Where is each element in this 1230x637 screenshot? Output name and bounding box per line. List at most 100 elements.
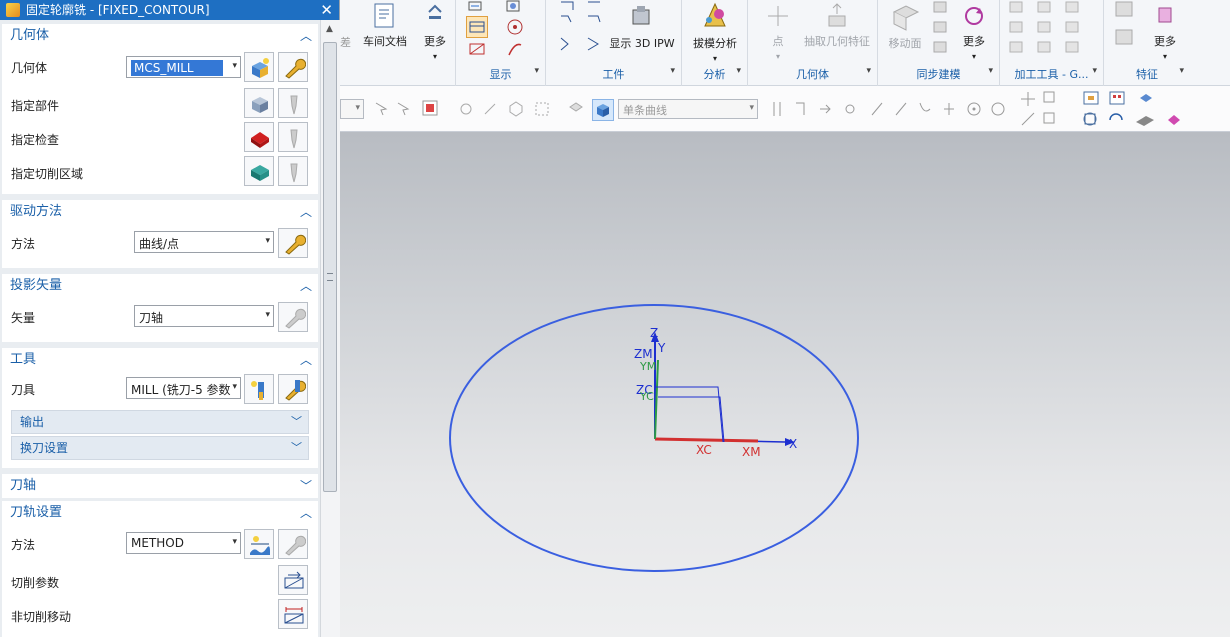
collapse-chevron-icon[interactable]: ︿ (300, 348, 312, 372)
vector-select[interactable]: 刀轴 ▾ (134, 305, 274, 327)
output-subsection[interactable]: 输出 ﹀ (11, 410, 309, 434)
specify-check-button[interactable] (244, 122, 274, 152)
tool-axis-header[interactable]: 刀轴 ﹀ (2, 474, 318, 498)
show-3d-ipw-button[interactable]: 显示 3D IPW (606, 2, 678, 51)
view-tool-icons[interactable] (1080, 88, 1220, 130)
snap-point-icons[interactable] (768, 99, 1028, 119)
feature-small-icons[interactable] (1112, 0, 1140, 58)
edit-vector-button[interactable] (278, 302, 308, 332)
path-method-label: 方法 (11, 538, 36, 552)
cut-params-button[interactable] (278, 565, 308, 595)
partial-button-label[interactable]: 差 (340, 34, 351, 50)
path-method-row: 方法 METHOD ▾ (2, 529, 318, 561)
edit-geometry-button[interactable] (278, 52, 308, 82)
sync-small-icons[interactable] (932, 0, 950, 58)
point-button[interactable]: 点 ▾ (754, 2, 802, 62)
geometry-label: 几何体 (11, 61, 48, 75)
show-3d-ipw-label: 显示 3D IPW (609, 37, 675, 50)
specify-part-button[interactable] (244, 88, 274, 118)
move-face-button[interactable]: 移动面 (880, 2, 930, 51)
curve-rule-combo[interactable]: 单条曲线 ▾ (618, 99, 758, 119)
more-label-3: 更多 (1154, 35, 1176, 48)
fixed-contour-dialog: 固定轮廓铣 - [FIXED_CONTOUR] ✕ ▲ 几何体 ︿ 几何体 MCS… (0, 0, 340, 637)
graphics-viewport[interactable]: Z ZM Y YM ZC YC X XC XM (340, 132, 1230, 637)
drive-method-header[interactable]: 驱动方法 ︿ (2, 200, 318, 224)
grip-icon (327, 273, 333, 281)
more-label-1: 更多 (424, 35, 446, 48)
display-tool-icon-1[interactable] (468, 0, 484, 14)
expand-chevron-icon[interactable]: ﹀ (291, 437, 302, 459)
select-body-toggle[interactable] (592, 99, 614, 121)
snap-red-icon[interactable] (422, 100, 438, 116)
sync-group-label: 同步建模 ▾ (916, 66, 994, 81)
target-icon[interactable] (506, 18, 524, 36)
close-icon[interactable]: ✕ (320, 0, 333, 20)
path-method-select[interactable]: METHOD ▾ (126, 532, 241, 554)
solid-icon[interactable] (568, 101, 584, 117)
non-cut-moves-icon (284, 607, 304, 624)
geometry-section-header[interactable]: 几何体 ︿ (2, 24, 318, 48)
geometry-select[interactable]: MCS_MILL ▾ (126, 56, 241, 78)
scroll-up-icon[interactable]: ▲ (326, 24, 333, 34)
y-label: Y (657, 341, 666, 355)
collapse-chevron-icon[interactable]: ︿ (300, 274, 312, 298)
expand-chevron-icon[interactable]: ﹀ (300, 474, 312, 498)
projection-vector-header[interactable]: 投影矢量 ︿ (2, 274, 318, 298)
filter-combo[interactable]: ▾ (340, 99, 364, 119)
box-select-icon[interactable] (534, 101, 550, 117)
new-method-button[interactable] (244, 529, 274, 559)
dialog-title-bar[interactable]: 固定轮廓铣 - [FIXED_CONTOUR] ✕ (0, 0, 339, 20)
ribbon-group-geometry: 点 ▾ 抽取几何特征 几何体 ▾ (748, 0, 878, 86)
specify-cut-area-button[interactable] (244, 156, 274, 186)
move-icon[interactable] (482, 101, 498, 117)
select-icon-1[interactable] (374, 101, 390, 117)
xc-axis-line (654, 437, 759, 443)
more-label-2: 更多 (963, 35, 985, 48)
specify-part-label: 指定部件 (11, 99, 60, 113)
cut-area-outline-1 (655, 386, 724, 443)
more-button-2[interactable]: 更多 ▾ (952, 2, 996, 62)
flashlight-icon (290, 95, 298, 115)
edit-tool-button[interactable] (278, 374, 308, 404)
extract-geometry-button[interactable]: 抽取几何特征 (798, 2, 876, 49)
hand-icon[interactable] (458, 101, 474, 117)
machining-tool-icons[interactable] (1008, 0, 1098, 58)
hatch-red-icon[interactable] (468, 40, 486, 58)
show-check-button[interactable] (278, 122, 308, 152)
tool-axis-section: 刀轴 ﹀ (2, 474, 318, 498)
select-icon-2[interactable] (396, 101, 412, 117)
expand-chevron-icon[interactable]: ﹀ (291, 411, 302, 433)
edit-method-button[interactable] (278, 529, 308, 559)
path-settings-header[interactable]: 刀轨设置 ︿ (2, 501, 318, 525)
new-geometry-button[interactable] (244, 52, 274, 82)
hexagon-icon[interactable] (508, 101, 524, 117)
display-toggle-active[interactable] (466, 16, 488, 38)
non-cut-moves-button[interactable] (278, 599, 308, 629)
collapse-chevron-icon[interactable]: ︿ (300, 501, 312, 525)
more-button-1[interactable]: 更多 ▾ (418, 2, 452, 62)
edit-drive-button[interactable] (278, 228, 308, 258)
show-cut-area-button[interactable] (278, 156, 308, 186)
extra-snap-icons[interactable] (1018, 89, 1058, 129)
operation-icon (6, 3, 20, 17)
ribbon-group-workpiece: 显示 3D IPW 工件 ▾ (546, 0, 682, 86)
tool-section-header[interactable]: 工具 ︿ (2, 348, 318, 372)
new-tool-button[interactable] (244, 374, 274, 404)
dialog-scrollbar[interactable]: ▲ (320, 20, 340, 637)
display-tool-icon-2[interactable] (506, 0, 522, 14)
collapse-chevron-icon[interactable]: ︿ (300, 24, 312, 48)
draft-analysis-button[interactable]: 拔模分析 ▾ (686, 0, 744, 64)
tool-change-subsection[interactable]: 换刀设置 ﹀ (11, 436, 309, 460)
geometry-group-label: 几何体 ▾ (796, 66, 871, 81)
ribbon: 差 车间文档 更多 ▾ 显示 ▾ 显示 3D IPW 工件 ▾ 拔模分析 ▾ 分… (340, 0, 1230, 86)
collapse-chevron-icon[interactable]: ︿ (300, 200, 312, 224)
scroll-thumb[interactable] (323, 42, 337, 492)
drive-method-select[interactable]: 曲线/点 ▾ (134, 231, 274, 253)
curve-icon[interactable] (506, 40, 524, 58)
show-part-button[interactable] (278, 88, 308, 118)
tool-select[interactable]: MILL (铣刀-5 参数 ▾ (126, 377, 241, 399)
nx-window: 差 车间文档 更多 ▾ 显示 ▾ 显示 3D IPW 工件 ▾ 拔模分析 ▾ 分… (0, 0, 1230, 637)
workshop-doc-button[interactable]: 车间文档 (358, 2, 412, 49)
curve-rule-value: 单条曲线 (623, 104, 667, 117)
more-button-3[interactable]: 更多 ▾ (1144, 2, 1186, 62)
